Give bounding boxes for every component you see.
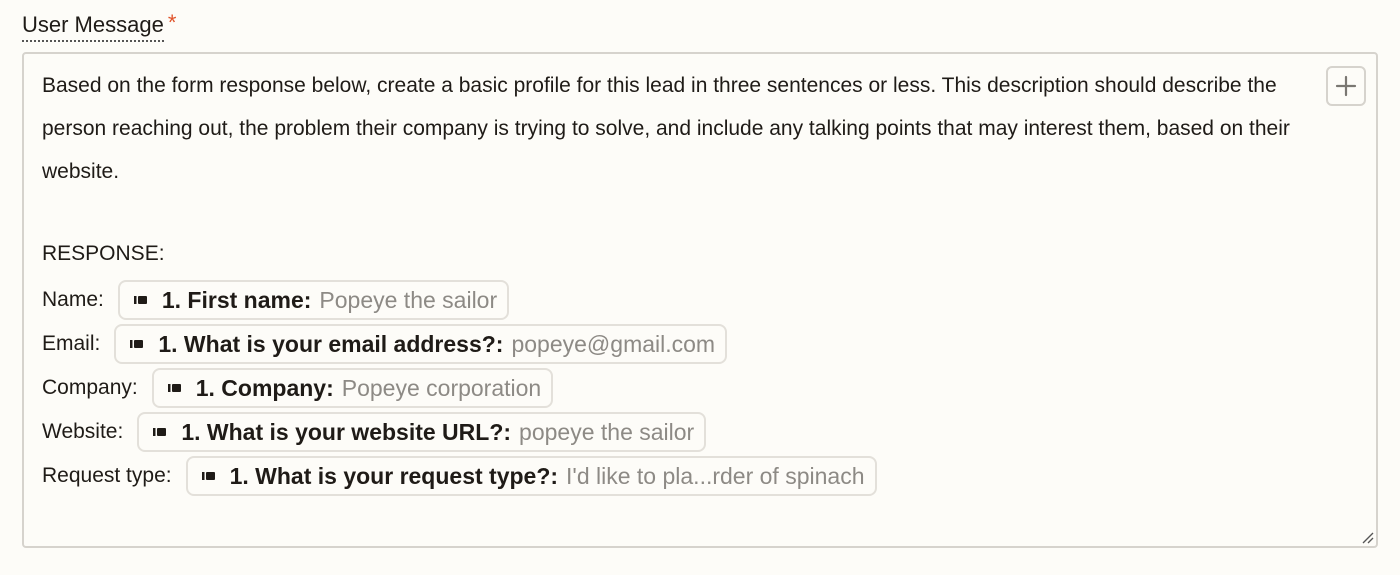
row-label: Company: [42, 376, 138, 399]
plus-icon [1335, 75, 1357, 97]
user-message-editor[interactable]: Based on the form response below, create… [22, 52, 1378, 548]
response-heading: RESPONSE: [42, 242, 165, 265]
row-label: Email: [42, 332, 101, 355]
pill-field-value: Popeye the sailor [319, 286, 498, 313]
pill-field-name: 1. What is your website URL?: [181, 418, 512, 445]
mapped-field-pill[interactable]: 1. What is your website URL?: popeye the… [137, 412, 707, 452]
pill-field-name: 1. Company: [195, 374, 334, 401]
pill-field-name: 1. What is your email address?: [158, 330, 504, 357]
form-app-icon [126, 333, 149, 355]
response-row-request-type: Request type: 1. What is your request ty… [42, 455, 877, 497]
prompt-text[interactable]: Based on the form response below, create… [42, 64, 1292, 193]
resize-handle-icon[interactable] [1360, 530, 1374, 544]
add-field-button[interactable] [1326, 66, 1366, 106]
pill-field-value: Popeye corporation [341, 374, 542, 401]
pill-field-value: popeye@gmail.com [511, 330, 716, 357]
form-app-icon [129, 289, 152, 311]
pill-field-value: I'd like to pla...rder of spinach [566, 462, 865, 489]
field-label: User Message * [22, 12, 176, 42]
form-app-icon [197, 465, 220, 487]
pill-field-name: 1. What is your request type?: [229, 462, 559, 489]
row-label: Name: [42, 288, 104, 311]
mapped-field-pill[interactable]: 1. What is your request type?: I'd like … [185, 456, 877, 496]
response-row-name: Name: 1. First name: Popeye the sailor [42, 279, 510, 321]
response-row-email: Email: 1. What is your email address?: p… [42, 323, 728, 365]
response-row-company: Company: 1. Company: Popeye corporation [42, 367, 554, 409]
mapped-field-pill[interactable]: 1. First name: Popeye the sailor [117, 280, 510, 320]
row-label: Website: [42, 420, 124, 443]
row-label: Request type: [42, 464, 172, 487]
required-marker: * [167, 10, 177, 35]
field-label-text: User Message [22, 12, 164, 42]
mapped-field-pill[interactable]: 1. Company: Popeye corporation [151, 368, 554, 408]
form-app-icon [163, 377, 186, 399]
pill-field-value: popeye the sailor [519, 418, 695, 445]
mapped-field-pill[interactable]: 1. What is your email address?: popeye@g… [114, 324, 728, 364]
pill-field-name: 1. First name: [161, 286, 312, 313]
response-row-website: Website: 1. What is your website URL?: p… [42, 411, 707, 453]
form-app-icon [149, 421, 172, 443]
